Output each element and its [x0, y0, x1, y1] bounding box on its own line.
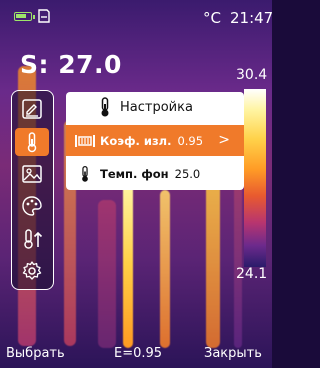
scale-max-label: 30.4 [236, 67, 268, 83]
battery-icon [14, 12, 35, 21]
background-temp-label: Темп. фон [100, 166, 169, 181]
emissivity-icon [74, 133, 96, 149]
palette-icon [22, 196, 42, 216]
thermal-streak [206, 175, 220, 348]
sd-card-icon [38, 9, 50, 23]
measure-edit-tool[interactable] [15, 95, 49, 123]
measure-edit-icon [22, 99, 42, 119]
thermal-streak [160, 190, 170, 348]
background-temp-row[interactable]: Темп. фон 25.0 [66, 158, 244, 189]
emissivity-label: Коэф. изл. [100, 133, 172, 148]
menu-header: Настройка [66, 92, 244, 122]
emissivity-readout: E=0.95 [114, 346, 163, 361]
emissivity-row[interactable]: Коэф. изл. 0.95 > [66, 125, 244, 156]
emissivity-value: 0.95 [177, 133, 204, 148]
thermometer-up-icon [24, 229, 43, 249]
spot-temperature: S: 27.0 [20, 50, 122, 79]
thermal-streak [98, 200, 116, 348]
palette-tool[interactable] [15, 192, 49, 220]
tool-sidebar [11, 90, 54, 290]
thermometer-icon [27, 132, 37, 153]
menu-title: Настройка [120, 99, 193, 115]
scale-min-label: 24.1 [236, 266, 268, 282]
settings-tool[interactable] [15, 257, 49, 285]
color-scale-bar [244, 89, 266, 267]
alarm-tool[interactable] [15, 225, 49, 253]
thermal-streak [123, 180, 133, 348]
image-icon [22, 165, 42, 183]
thermometer-icon [74, 165, 96, 182]
image-tool[interactable] [15, 160, 49, 188]
temperature-unit: °C [203, 9, 221, 27]
background-temp-value: 25.0 [174, 166, 201, 181]
bottom-bar: Выбрать E=0.95 Закрыть [0, 342, 272, 368]
status-bar: °C 21:47 [0, 0, 274, 30]
thermometer-tool[interactable] [15, 128, 49, 156]
select-button[interactable]: Выбрать [6, 346, 65, 361]
clock: 21:47 [230, 9, 274, 27]
gear-icon [22, 261, 42, 280]
settings-menu: Настройка Коэф. изл. 0.95 > Темп. фон 25… [66, 92, 244, 190]
close-button[interactable]: Закрыть [204, 346, 262, 361]
thermometer-icon [101, 97, 109, 117]
chevron-right-icon: > [218, 132, 230, 148]
